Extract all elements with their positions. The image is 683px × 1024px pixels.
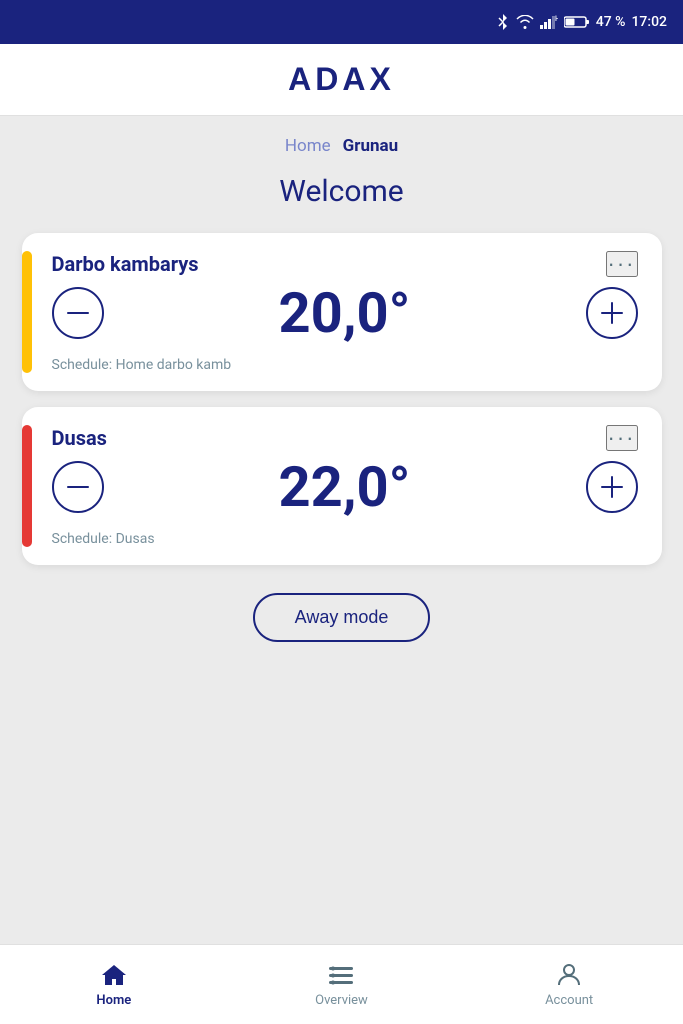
bottom-nav: Home Overview Account [0, 944, 683, 1024]
welcome-title: Welcome [279, 174, 403, 209]
temp-increase-darbo[interactable] [586, 287, 638, 339]
breadcrumb-home[interactable]: Home [285, 136, 331, 156]
nav-account-label: Account [545, 993, 593, 1008]
signal-icon: H [540, 15, 558, 29]
nav-home[interactable]: Home [1, 961, 226, 1008]
cards-container: Darbo kambarys ··· 20,0° Schedul [22, 233, 662, 565]
card-menu-dusas[interactable]: ··· [606, 425, 638, 451]
away-mode-button[interactable]: Away mode [253, 593, 431, 642]
card-schedule-dusas: Schedule: Dusas [52, 531, 638, 547]
battery-percentage: 47 % [596, 14, 626, 30]
card-accent-dusas [22, 425, 32, 547]
bluetooth-icon [496, 13, 510, 31]
app-logo: ADAX [288, 61, 395, 98]
card-temp-row-darbo: 20,0° [52, 285, 638, 341]
main-content: Home Grunau Welcome Darbo kambarys ··· 2… [0, 116, 683, 1024]
nav-overview[interactable]: Overview [229, 961, 454, 1008]
status-icons: H 47 % 17:02 [496, 13, 667, 31]
card-header-dusas: Dusas ··· [52, 425, 638, 451]
card-menu-darbo[interactable]: ··· [606, 251, 638, 277]
app-header: ADAX [0, 44, 683, 116]
card-schedule-darbo: Schedule: Home darbo kamb [52, 357, 638, 373]
card-name-darbo: Darbo kambarys [52, 252, 199, 276]
wifi-icon [516, 15, 534, 29]
temp-decrease-darbo[interactable] [52, 287, 104, 339]
card-accent-darbo [22, 251, 32, 373]
temp-decrease-dusas[interactable] [52, 461, 104, 513]
overview-icon [327, 961, 355, 989]
temp-value-darbo: 20,0° [279, 285, 411, 341]
svg-text:H: H [555, 15, 558, 23]
nav-home-label: Home [96, 993, 131, 1008]
status-bar: H 47 % 17:02 [0, 0, 683, 44]
card-body-darbo: Darbo kambarys ··· 20,0° Schedul [52, 251, 638, 373]
nav-account[interactable]: Account [456, 961, 681, 1008]
card-temp-row-dusas: 22,0° [52, 459, 638, 515]
time-display: 17:02 [631, 14, 667, 30]
nav-overview-label: Overview [315, 993, 368, 1008]
device-card-dusas: Dusas ··· 22,0° Schedule: Dusas [22, 407, 662, 565]
home-icon [100, 961, 128, 989]
breadcrumb: Home Grunau [285, 116, 398, 164]
card-body-dusas: Dusas ··· 22,0° Schedule: Dusas [52, 425, 638, 547]
temp-increase-dusas[interactable] [586, 461, 638, 513]
device-card-darbo: Darbo kambarys ··· 20,0° Schedul [22, 233, 662, 391]
temp-value-dusas: 22,0° [279, 459, 411, 515]
battery-icon [564, 15, 590, 29]
card-header-darbo: Darbo kambarys ··· [52, 251, 638, 277]
account-icon [555, 961, 583, 989]
breadcrumb-current[interactable]: Grunau [343, 136, 398, 156]
card-name-dusas: Dusas [52, 426, 107, 450]
